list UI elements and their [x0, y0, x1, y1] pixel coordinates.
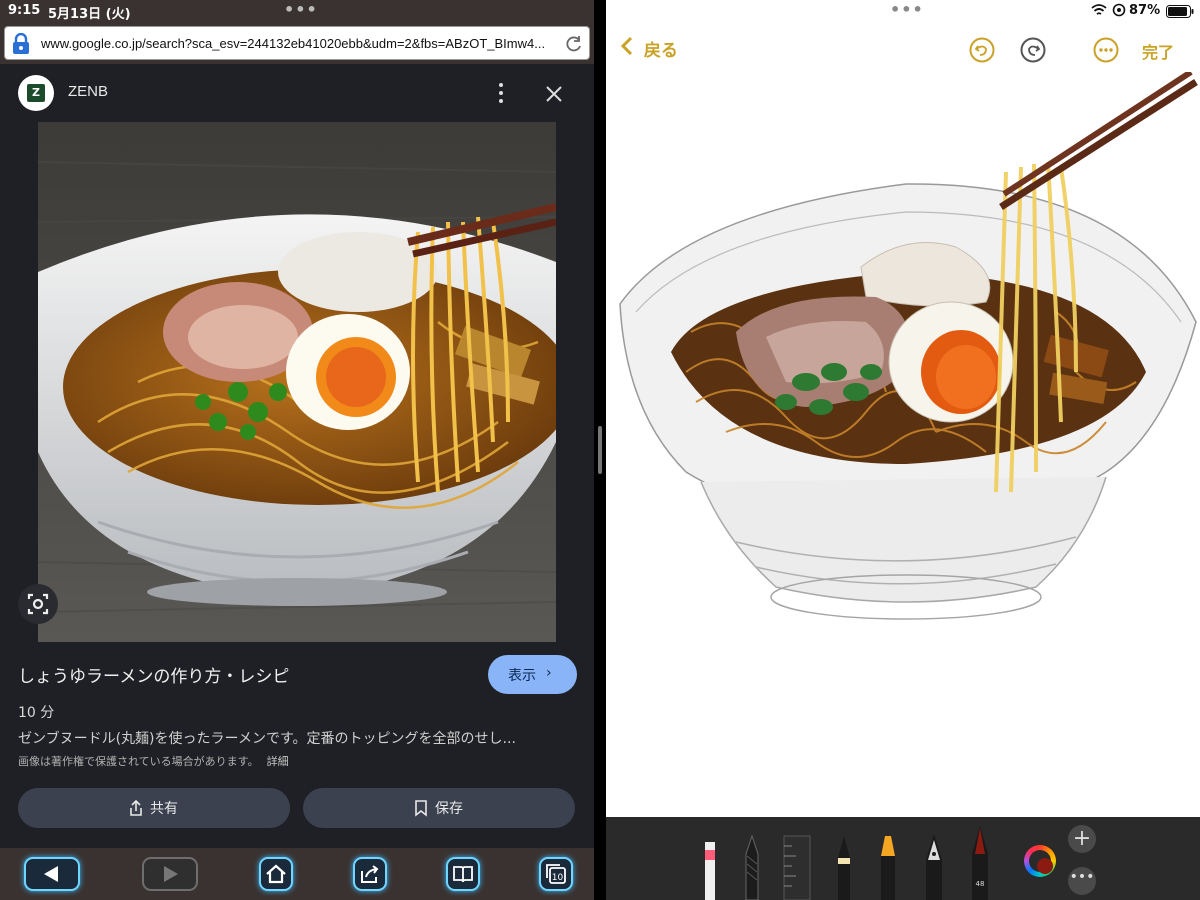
save-button[interactable]: 保存	[303, 788, 575, 828]
nav-share-button[interactable]	[353, 857, 387, 891]
copyright-text: 画像は著作権で保護されている場合があります。	[18, 755, 259, 768]
ruler-tool-icon[interactable]	[782, 834, 812, 900]
eraser-tool-icon[interactable]	[704, 832, 716, 900]
status-bar-right: ••• 87%	[606, 0, 1200, 22]
undo-icon[interactable]	[969, 37, 995, 63]
back-triangle-icon	[44, 866, 58, 882]
battery-percent: 87%	[1129, 3, 1161, 18]
copyright-detail-link[interactable]: 詳細	[267, 755, 289, 768]
show-button-label: 表示	[508, 668, 536, 684]
more-icon[interactable]	[1093, 37, 1119, 63]
tabs-icon: 10	[546, 864, 566, 884]
nav-forward-button[interactable]	[142, 857, 198, 891]
site-logo: Z	[18, 75, 54, 111]
copyright-notice: 画像は著作権で保護されている場合があります。 詳細	[18, 753, 289, 769]
status-time: 9:15	[8, 3, 41, 18]
divider-handle[interactable]	[598, 426, 602, 474]
done-button[interactable]: 完了	[1142, 39, 1174, 63]
book-icon	[453, 866, 473, 883]
share-icon	[361, 865, 379, 883]
ramen-photo[interactable]	[38, 122, 556, 642]
more-vert-icon[interactable]	[493, 80, 509, 106]
nav-tabs-button[interactable]: 10	[539, 857, 573, 891]
forward-triangle-icon	[164, 866, 178, 882]
add-tool-button[interactable]: +	[1068, 825, 1096, 853]
multitask-dots-icon[interactable]: •••	[284, 0, 318, 19]
notes-pane: ••• 87% 戻る 完了 48 + •••	[606, 0, 1200, 900]
selected-color-swatch	[1037, 858, 1053, 874]
brush-size-label: 48	[976, 880, 985, 888]
share-button[interactable]: 共有	[18, 788, 290, 828]
watercolor-brush-tool-icon[interactable]: 48	[968, 824, 992, 900]
result-description: ゼンブヌードル(丸麺)を使ったラーメンです。定番のトッピングを全部のせし...	[18, 731, 516, 747]
pen-tool-icon[interactable]	[834, 834, 854, 900]
reload-icon[interactable]	[565, 35, 583, 53]
share-label: 共有	[150, 801, 178, 817]
nav-back-button[interactable]	[24, 857, 80, 891]
color-picker-ring	[1029, 850, 1053, 874]
status-bar: 9:15 5月13日 (火) •••	[0, 0, 594, 22]
ramen-photo-image	[38, 122, 556, 642]
tabs-count: 10	[552, 873, 564, 883]
address-bar-container: www.google.co.jp/search?sca_esv=244132eb…	[0, 22, 594, 64]
ramen-sketch	[619, 72, 1198, 620]
chevron-left-icon	[620, 36, 638, 61]
wifi-icon	[1091, 4, 1107, 15]
bookmark-icon	[415, 800, 427, 817]
show-button[interactable]: 表示 ›	[488, 655, 577, 694]
site-header: Z ZENB	[0, 64, 594, 122]
back-button[interactable]: 戻る	[620, 36, 678, 61]
url-text: www.google.co.jp/search?sca_esv=244132eb…	[41, 36, 546, 51]
browser-pane: 9:15 5月13日 (火) ••• www.google.co.jp/sear…	[0, 0, 594, 900]
color-picker[interactable]	[1024, 845, 1056, 877]
lock-icon	[13, 33, 29, 54]
address-bar[interactable]: www.google.co.jp/search?sca_esv=244132eb…	[4, 26, 590, 60]
pencil-tray: 48 + •••	[606, 817, 1200, 900]
multitask-dots-icon[interactable]: •••	[890, 0, 924, 19]
notes-toolbar: 戻る 完了	[606, 28, 1200, 72]
result-title: しょうゆラーメンの作り方・レシピ	[18, 667, 290, 687]
site-logo-letter: Z	[27, 84, 45, 102]
nav-book-button[interactable]	[446, 857, 480, 891]
redo-icon[interactable]	[1020, 37, 1046, 63]
site-name[interactable]: ZENB	[68, 83, 108, 100]
fountain-pen-tool-icon[interactable]	[922, 832, 946, 900]
split-view-divider[interactable]	[594, 0, 606, 900]
nav-home-button[interactable]	[259, 857, 293, 891]
bottom-nav: 10	[0, 848, 594, 900]
status-date: 5月13日 (火)	[48, 7, 131, 22]
lens-icon	[27, 593, 49, 615]
battery-icon	[1166, 5, 1194, 18]
home-icon	[266, 864, 286, 884]
more-tools-button[interactable]: •••	[1068, 867, 1096, 895]
back-label: 戻る	[643, 41, 678, 61]
chevron-right-icon: ›	[546, 665, 552, 681]
lens-button[interactable]	[18, 584, 58, 624]
result-time: 10 分	[18, 705, 55, 721]
drawing-canvas[interactable]	[606, 72, 1200, 817]
marker-tool-icon[interactable]	[878, 830, 898, 900]
location-icon	[1112, 3, 1126, 17]
lasso-tool-icon[interactable]	[742, 834, 762, 900]
close-icon[interactable]	[544, 84, 564, 104]
save-label: 保存	[435, 801, 463, 817]
share-icon	[130, 799, 142, 816]
